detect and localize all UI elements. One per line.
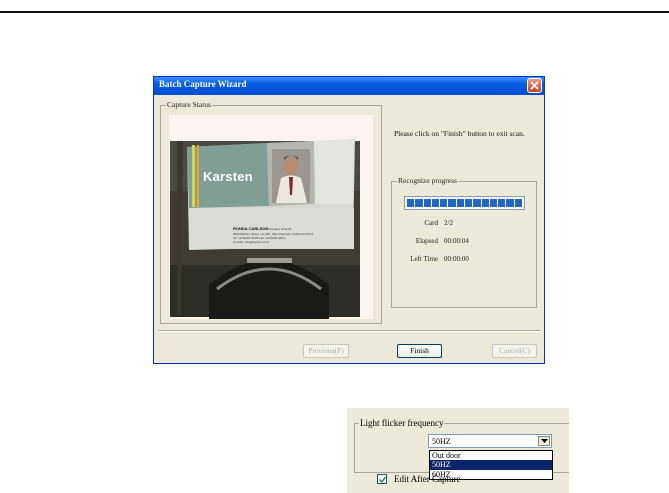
flicker-frequency-value: 50HZ bbox=[432, 437, 451, 446]
capture-status-label: Capture Status bbox=[166, 100, 212, 110]
recognize-progress-label: Recognize progress bbox=[397, 176, 458, 186]
card-contact-line: Contact: info@karsten.com bbox=[233, 240, 270, 244]
close-button[interactable] bbox=[527, 78, 542, 93]
progress-segment bbox=[464, 199, 473, 207]
elapsed-label: Elapsed bbox=[415, 237, 438, 245]
progress-segment bbox=[407, 199, 415, 207]
progress-segment bbox=[498, 199, 506, 207]
card-name-suffix: Creative Director bbox=[269, 227, 292, 231]
previous-button[interactable]: Previous(P) bbox=[303, 344, 349, 358]
capture-status-group: Capture Status Karsten RONDA CARLSON Cre… bbox=[160, 100, 382, 324]
title-bar[interactable]: Batch Capture Wizard bbox=[154, 77, 544, 95]
top-rule bbox=[0, 11, 669, 13]
recognize-progress-bar bbox=[404, 196, 525, 210]
progress-segment bbox=[489, 199, 498, 207]
finish-button[interactable]: Finish bbox=[397, 344, 442, 358]
button-divider-highlight bbox=[158, 331, 540, 332]
chevron-down-icon bbox=[541, 439, 548, 443]
progress-segment bbox=[440, 199, 448, 207]
progress-segment bbox=[506, 199, 514, 207]
progress-segment bbox=[448, 199, 456, 207]
window-title: Batch Capture Wizard bbox=[159, 79, 247, 89]
business-card-photo bbox=[169, 115, 373, 319]
dropdown-option[interactable]: 50HZ bbox=[430, 460, 552, 470]
card-count-value: 2/2 bbox=[444, 219, 453, 227]
progress-segment bbox=[423, 199, 431, 207]
light-flicker-panel: Light flicker frequency 50HZ Out door 50H… bbox=[347, 408, 569, 493]
progress-segment bbox=[431, 199, 440, 207]
finish-instruction: Please click on "Finish" button to exit … bbox=[394, 129, 525, 138]
card-name: RONDA CARLSON bbox=[233, 226, 269, 231]
edit-after-capture-checkbox[interactable] bbox=[377, 474, 387, 484]
progress-segment bbox=[415, 199, 423, 207]
camera-preview: Karsten RONDA CARLSON Creative Director … bbox=[169, 115, 373, 319]
recognize-progress-group: Recognize progress Card 2/2 Elapsed 00:0… bbox=[391, 176, 537, 308]
batch-capture-wizard-window: Batch Capture Wizard Capture Status Kars… bbox=[153, 76, 545, 364]
progress-segment bbox=[481, 199, 489, 207]
edit-after-capture-label: Edit After Capture bbox=[394, 474, 461, 484]
card-brand: Karsten bbox=[203, 169, 253, 184]
left-time-label: Left Time bbox=[410, 255, 438, 263]
dropdown-option[interactable]: Out door bbox=[430, 451, 552, 460]
checkmark-icon bbox=[379, 476, 386, 483]
progress-segment bbox=[456, 199, 464, 207]
light-flicker-label: Light flicker frequency bbox=[359, 417, 445, 429]
progress-segment bbox=[514, 199, 522, 207]
flicker-frequency-select[interactable]: 50HZ bbox=[428, 434, 552, 448]
card-count-label: Card bbox=[424, 219, 438, 227]
close-icon bbox=[530, 81, 539, 90]
progress-segment bbox=[473, 199, 481, 207]
elapsed-value: 00:00:04 bbox=[444, 237, 469, 245]
left-time-value: 00:00:00 bbox=[444, 255, 469, 263]
dropdown-arrow-button[interactable] bbox=[538, 436, 550, 446]
cancel-button[interactable]: Cancel(C) bbox=[492, 344, 537, 358]
